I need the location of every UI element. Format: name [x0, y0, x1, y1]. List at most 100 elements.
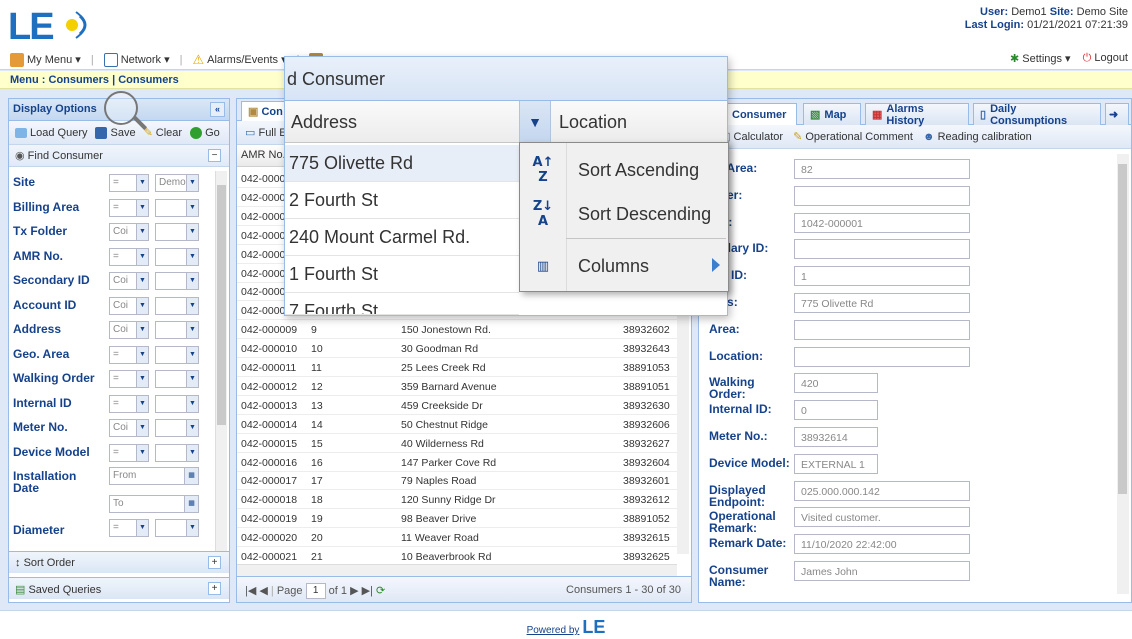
reading-calibration-button[interactable]: ☻ Reading calibration — [923, 131, 1032, 143]
diameter-operator[interactable]: = ▼ — [109, 519, 149, 537]
field-value[interactable]: 1 — [794, 266, 970, 287]
column-menu-trigger[interactable]: ▼ — [519, 101, 551, 143]
menu-alarms[interactable]: ⚠ Alarms/Events ▾ — [192, 52, 286, 68]
sort-descending-item[interactable]: Z↓ A Sort Descending — [520, 191, 728, 237]
table-row[interactable]: 042-000019 19 98 Beaver Drive 38891052 — [237, 509, 677, 529]
popup-address-row[interactable]: 240 Mount Carmel Rd. — [285, 219, 519, 256]
filter-operator[interactable]: = ▼ — [109, 174, 149, 192]
menu-my-menu[interactable]: My Menu ▾ — [10, 52, 81, 67]
filter-operator[interactable]: = ▼ — [109, 247, 149, 266]
filter-value[interactable]: ▼ — [155, 370, 199, 388]
filter-value[interactable]: ▼ — [155, 198, 199, 217]
filter-value[interactable]: ▼ — [155, 321, 199, 339]
field-value[interactable] — [794, 185, 970, 206]
prev-page-button[interactable]: ◀ — [259, 585, 267, 597]
filter-operator[interactable]: = ▼ — [109, 370, 149, 388]
filter-operator[interactable]: = ▼ — [109, 345, 149, 364]
grid-hscrollbar[interactable] — [237, 564, 677, 576]
install-from-input[interactable]: From ▦ — [109, 467, 199, 485]
tab-scroll-right[interactable]: ➜ — [1105, 103, 1129, 125]
settings-menu[interactable]: ✱ Settings ▾ — [1010, 52, 1071, 65]
field-value[interactable]: EXTERNAL 1 — [794, 453, 878, 474]
filter-operator[interactable]: = ▼ — [109, 198, 149, 217]
filter-operator[interactable]: Coi ▼ — [109, 223, 149, 241]
field-value[interactable]: 025.000.000.142 — [794, 480, 970, 501]
collapse-left-button[interactable]: « — [210, 102, 225, 117]
filter-operator[interactable]: Coi ▼ — [109, 419, 149, 437]
expand-saved-button[interactable]: + — [208, 582, 221, 595]
tab-consumer[interactable]: Consumer — [725, 103, 797, 125]
scroll-thumb[interactable] — [1118, 164, 1127, 494]
col-location[interactable]: Location — [551, 101, 727, 143]
table-row[interactable]: 042-000012 12 359 Barnard Avenue 38891051 — [237, 377, 677, 396]
filter-scrollbar[interactable] — [215, 171, 227, 551]
filter-value[interactable]: ▼ — [155, 345, 199, 364]
filter-operator[interactable]: = ▼ — [109, 443, 149, 462]
filter-operator[interactable]: Coi ▼ — [109, 272, 149, 290]
filter-operator[interactable]: Coi ▼ — [109, 296, 149, 315]
full-export-label[interactable]: Full E — [258, 127, 286, 139]
table-row[interactable]: 042-000018 18 120 Sunny Ridge Dr 38932612 — [237, 490, 677, 510]
calendar-icon[interactable]: ▦ — [184, 496, 198, 512]
field-value[interactable]: 1042-000001 — [794, 212, 970, 233]
table-row[interactable]: 042-000013 13 459 Creekside Dr 38932630 — [237, 396, 677, 415]
operational-comment-button[interactable]: ✎ Operational Comment — [793, 130, 913, 143]
table-row[interactable]: 042-000014 14 50 Chestnut Ridge 38932606 — [237, 415, 677, 434]
col-amr-no[interactable]: AMR No. — [241, 149, 286, 161]
load-query-button[interactable]: Load Query — [15, 127, 87, 139]
details-scrollbar[interactable] — [1117, 154, 1129, 594]
field-value[interactable]: 775 Olivette Rd — [794, 293, 970, 313]
field-value[interactable]: James John — [794, 561, 970, 581]
filter-value[interactable]: ▼ — [155, 443, 199, 462]
save-button[interactable]: Save — [95, 126, 136, 139]
sort-ascending-item[interactable]: A↑ Z Sort Ascending — [520, 147, 728, 193]
table-row[interactable]: 042-000016 16 147 Parker Cove Rd 38932604 — [237, 453, 677, 472]
table-row[interactable]: 042-000015 15 40 Wilderness Rd 38932627 — [237, 434, 677, 453]
refresh-icon[interactable]: ⟳ — [376, 585, 385, 597]
filter-operator[interactable]: = ▼ — [109, 394, 149, 413]
expand-sort-button[interactable]: + — [208, 556, 221, 569]
go-button[interactable]: Go — [190, 126, 220, 139]
tab-alarms-history[interactable]: ▦ Alarms History — [865, 103, 969, 127]
first-page-button[interactable]: |◀ — [245, 585, 256, 597]
field-value[interactable]: 38932614 — [794, 427, 878, 447]
col-address[interactable]: Address — [285, 101, 519, 143]
filter-value[interactable]: Demo ▼ — [155, 174, 199, 192]
table-row[interactable]: 042-000020 20 11 Weaver Road 38932615 — [237, 528, 677, 548]
find-consumer-header[interactable]: ◉ Find Consumer − — [9, 145, 229, 167]
field-value[interactable]: Visited customer. — [794, 507, 970, 528]
clear-button[interactable]: ✎ Clear — [144, 126, 183, 140]
table-row[interactable]: 042-000017 17 79 Naples Road 38932601 — [237, 471, 677, 491]
table-row[interactable]: 042-000010 10 30 Goodman Rd 38932643 — [237, 339, 677, 359]
popup-address-row[interactable]: 2 Fourth St — [285, 182, 519, 219]
filter-value[interactable]: ▼ — [155, 247, 199, 266]
table-row[interactable]: 042-000011 11 25 Lees Creek Rd 38891053 — [237, 358, 677, 377]
powered-by-text[interactable]: Powered by — [527, 625, 580, 636]
columns-item[interactable]: ▥ Columns — [520, 243, 728, 289]
calculator-button[interactable]: ▥ Calculator — [720, 130, 783, 143]
calendar-icon[interactable]: ▦ — [184, 468, 198, 484]
filter-value[interactable]: ▼ — [155, 419, 199, 437]
menu-network[interactable]: Network ▾ — [103, 52, 170, 67]
filter-value[interactable]: ▼ — [155, 223, 199, 241]
field-value[interactable]: 0 — [794, 400, 878, 421]
logout-button[interactable]: ⏻ Logout — [1083, 52, 1128, 65]
filter-value[interactable]: ▼ — [155, 296, 199, 315]
popup-address-row[interactable]: 7 Fourth St — [285, 293, 519, 315]
saved-queries-header[interactable]: ▤ Saved Queries + — [9, 577, 229, 599]
next-page-button[interactable]: ▶ — [350, 585, 358, 597]
diameter-value[interactable]: ▼ — [155, 519, 199, 537]
field-value[interactable] — [794, 319, 970, 340]
field-value[interactable] — [794, 346, 970, 367]
last-page-button[interactable]: ▶| — [362, 585, 373, 597]
filter-value[interactable]: ▼ — [155, 272, 199, 290]
popup-address-row[interactable]: 1 Fourth St — [285, 256, 519, 293]
filter-operator[interactable]: Coi ▼ — [109, 321, 149, 339]
field-value[interactable]: 82 — [794, 159, 970, 179]
filter-value[interactable]: ▼ — [155, 394, 199, 413]
collapse-find-button[interactable]: − — [208, 149, 221, 162]
field-value[interactable]: 420 — [794, 373, 878, 394]
page-input[interactable]: 1 — [305, 583, 326, 599]
popup-address-row[interactable]: 775 Olivette Rd — [285, 145, 519, 182]
scroll-thumb[interactable] — [217, 185, 226, 425]
